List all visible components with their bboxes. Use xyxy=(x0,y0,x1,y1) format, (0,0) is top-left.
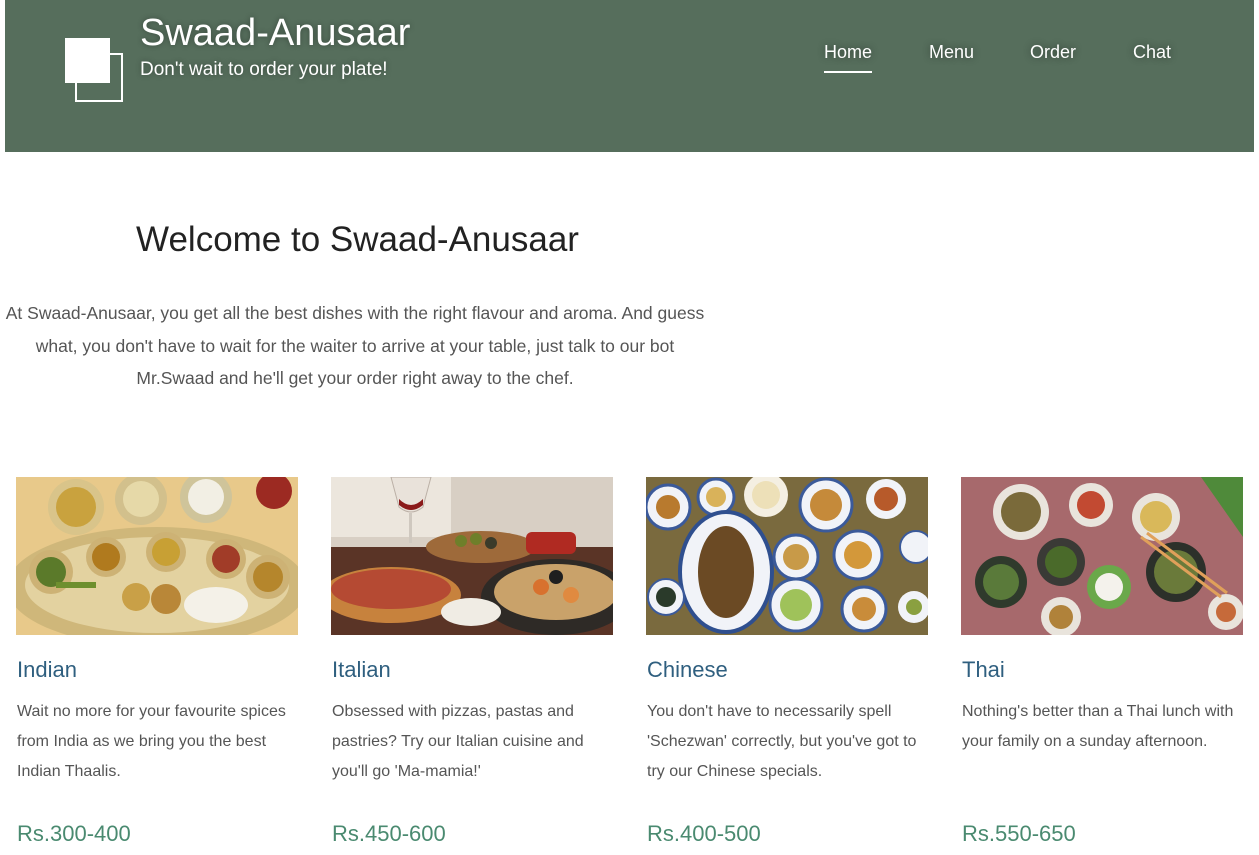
cuisine-card-chinese[interactable]: Chinese You don't have to necessarily sp… xyxy=(646,477,931,846)
nav-order[interactable]: Order xyxy=(1030,42,1076,63)
nav-chat[interactable]: Chat xyxy=(1133,42,1171,63)
indian-thali-photo xyxy=(16,477,298,635)
welcome-heading: Welcome to Swaad-Anusaar xyxy=(136,220,579,259)
card-price: Rs.550-650 xyxy=(962,821,1076,846)
cuisine-card-italian[interactable]: Italian Obsessed with pizzas, pastas and… xyxy=(331,477,616,846)
card-price: Rs.300-400 xyxy=(17,821,131,846)
card-description: Nothing's better than a Thai lunch with … xyxy=(962,703,1234,750)
card-title[interactable]: Chinese xyxy=(647,657,931,683)
card-description: Wait no more for your favourite spices f… xyxy=(17,703,286,780)
card-title[interactable]: Indian xyxy=(17,657,301,683)
card-description: Obsessed with pizzas, pastas and pastrie… xyxy=(332,703,584,780)
chinese-dishes-photo xyxy=(646,477,928,635)
cuisine-card-thai[interactable]: Thai Nothing's better than a Thai lunch … xyxy=(961,477,1246,846)
card-title[interactable]: Italian xyxy=(332,657,616,683)
intro-paragraph: At Swaad-Anusaar, you get all the best d… xyxy=(5,303,705,388)
logo-icon[interactable] xyxy=(65,38,125,106)
card-title[interactable]: Thai xyxy=(962,657,1246,683)
site-header: Swaad-Anusaar Don't wait to order your p… xyxy=(5,0,1254,152)
nav-menu[interactable]: Menu xyxy=(929,42,974,63)
card-price: Rs.400-500 xyxy=(647,821,761,846)
brand-tagline: Don't wait to order your plate! xyxy=(140,59,388,80)
card-description: You don't have to necessarily spell 'Sch… xyxy=(647,703,917,780)
italian-platter-photo xyxy=(331,477,613,635)
card-price: Rs.450-600 xyxy=(332,821,446,846)
cuisine-card-indian[interactable]: Indian Wait no more for your favourite s… xyxy=(16,477,301,846)
nav-home[interactable]: Home xyxy=(824,42,873,73)
thai-dishes-photo xyxy=(961,477,1243,635)
brand-title[interactable]: Swaad-Anusaar xyxy=(140,12,410,55)
